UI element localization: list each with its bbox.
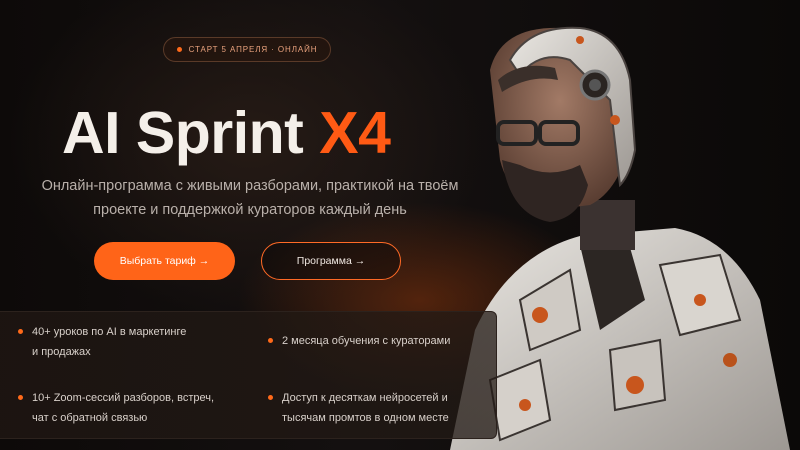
feature-line: 40+ уроков по AI в маркетинге: [32, 326, 187, 338]
subtitle-line-2: проекте и поддержкой кураторов каждый де…: [93, 202, 407, 218]
choose-plan-button[interactable]: Выбрать тариф →: [94, 242, 235, 280]
feature-item: 10+ Zoom-сессий разборов, встреч, чат с …: [18, 388, 242, 428]
feature-item: 40+ уроков по AI в маркетинге и продажах: [18, 322, 242, 362]
feature-line: чат с обратной связью: [32, 412, 148, 424]
title-accent: X4: [319, 100, 391, 166]
feature-line: Доступ к десяткам нейросетей и: [282, 392, 448, 404]
subtitle-line-1: Онлайн-программа с живыми разборами, пра…: [41, 178, 459, 194]
badge-text: СТАРТ 5 АПРЕЛЯ · ОНЛАЙН: [188, 45, 318, 54]
bullet-dot-icon: [18, 329, 23, 334]
feature-line: тысячам промтов в одном месте: [282, 412, 449, 424]
feature-item: Доступ к десяткам нейросетей и тысячам п…: [268, 388, 492, 428]
program-button[interactable]: Программа →: [261, 242, 401, 280]
bullet-dot-icon: [268, 395, 273, 400]
feature-line: 2 месяца обучения с кураторами: [282, 335, 451, 347]
title-main: AI Sprint: [62, 100, 304, 166]
dot-icon: [176, 47, 182, 52]
bullet-dot-icon: [268, 338, 273, 343]
feature-line: и продажах: [32, 346, 91, 358]
feature-item: 2 месяца обучения с кураторами: [268, 331, 492, 351]
start-date-badge: СТАРТ 5 АПРЕЛЯ · ОНЛАЙН: [163, 37, 331, 62]
bullet-dot-icon: [18, 395, 23, 400]
feature-line: 10+ Zoom-сессий разборов, встреч,: [32, 392, 215, 404]
subtitle: Онлайн-программа с живыми разборами, пра…: [40, 174, 460, 222]
page-title: AI Sprint X4: [62, 98, 391, 168]
